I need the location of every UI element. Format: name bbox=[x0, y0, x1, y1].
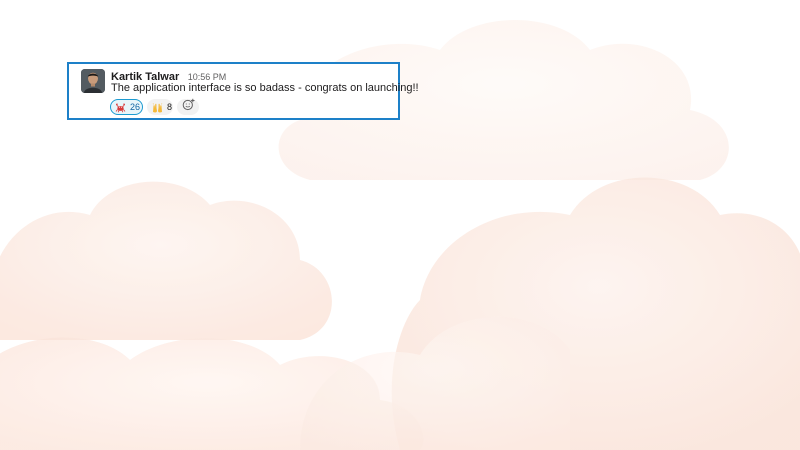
message-card[interactable]: Kartik Talwar 10:56 PM The application i… bbox=[67, 62, 419, 120]
reaction-crab[interactable]: 26 bbox=[110, 99, 143, 115]
add-reaction-icon bbox=[182, 98, 195, 116]
cloud-left bbox=[0, 181, 332, 340]
crab-icon bbox=[115, 102, 126, 113]
raised-hands-icon bbox=[152, 102, 163, 113]
user-avatar[interactable] bbox=[81, 69, 105, 93]
slack-message-scene: Kartik Talwar 10:56 PM The application i… bbox=[0, 0, 800, 450]
reaction-count: 8 bbox=[167, 102, 173, 112]
reactions-bar: 26 8 bbox=[110, 98, 199, 116]
user-avatar-photo bbox=[81, 69, 105, 93]
add-reaction-button[interactable] bbox=[177, 98, 199, 116]
message-timestamp[interactable]: 10:56 PM bbox=[188, 72, 227, 82]
message-text: The application interface is so badass -… bbox=[111, 82, 419, 94]
reaction-count: 26 bbox=[130, 102, 141, 112]
reaction-raised-hands[interactable]: 8 bbox=[147, 99, 173, 115]
